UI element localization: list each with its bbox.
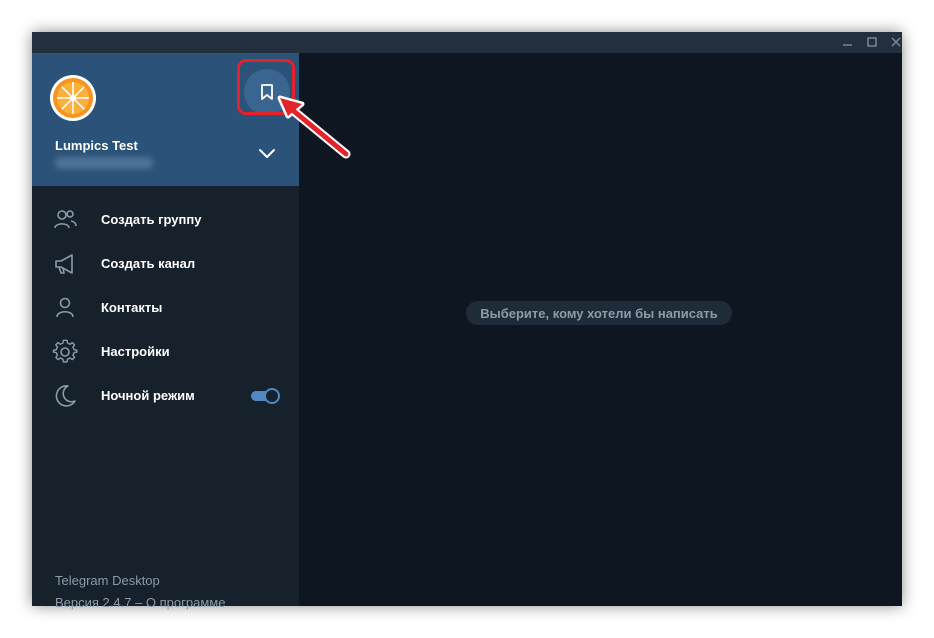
contact-icon <box>56 297 74 318</box>
chevron-down-icon <box>259 149 275 158</box>
megaphone-icon <box>55 254 73 274</box>
menu-item-contacts[interactable]: Контакты <box>32 286 299 330</box>
menu-item-create-group[interactable]: Создать группу <box>32 198 299 242</box>
annotation-arrow-icon <box>277 95 351 159</box>
menu-item-label: Создать группу <box>101 212 202 227</box>
maximize-button[interactable] <box>864 35 880 49</box>
group-icon <box>54 210 77 229</box>
footer-app-name: Telegram Desktop <box>55 573 160 588</box>
profile-name: Lumpics Test <box>55 138 138 153</box>
avatar[interactable] <box>49 74 97 122</box>
chat-area-empty: Выберите, кому хотели бы написать <box>299 53 902 606</box>
night-mode-toggle[interactable] <box>251 388 281 404</box>
orange-avatar-icon <box>50 75 96 121</box>
minimize-icon <box>843 44 852 46</box>
close-button[interactable] <box>888 35 904 49</box>
menu-item-label: Контакты <box>101 300 163 315</box>
menu-item-label: Ночной режим <box>101 388 195 403</box>
menu-item-create-channel[interactable]: Создать канал <box>32 242 299 286</box>
maximize-icon <box>867 37 877 47</box>
close-icon <box>891 37 901 47</box>
title-bar <box>32 32 902 53</box>
footer-version-about-link[interactable]: Версия 2.4.7 – О программе <box>55 595 225 610</box>
menu-item-settings[interactable]: Настройки <box>32 330 299 374</box>
moon-icon <box>55 385 76 407</box>
profile-phone-blurred <box>55 157 153 169</box>
menu-item-label: Настройки <box>101 344 170 359</box>
minimize-button[interactable] <box>840 35 856 49</box>
sidebar-menu: Lumpics Test Создать группу Создать кана… <box>32 53 299 610</box>
menu-item-night-mode[interactable]: Ночной режим <box>32 374 299 418</box>
telegram-window: Lumpics Test Создать группу Создать кана… <box>32 32 902 610</box>
gear-icon <box>52 339 78 363</box>
main-menu: Создать группу Создать канал Контакты На… <box>32 198 299 418</box>
menu-item-label: Создать канал <box>101 256 196 271</box>
toggle-knob <box>264 388 280 404</box>
empty-chat-message: Выберите, кому хотели бы написать <box>466 301 732 325</box>
account-switch-button[interactable] <box>256 146 278 160</box>
